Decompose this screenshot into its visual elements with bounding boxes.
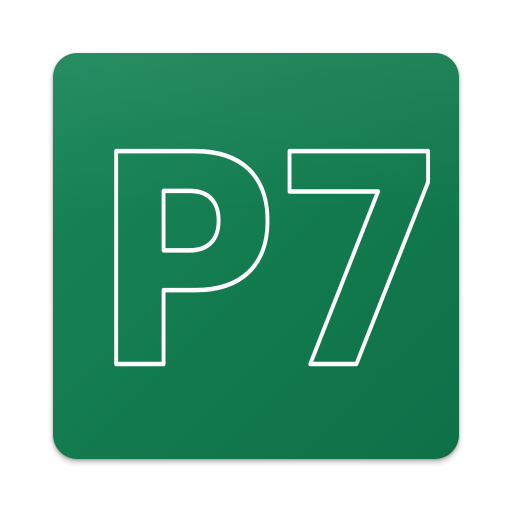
logo-text: P7 bbox=[93, 93, 443, 433]
p7-logo-icon: P7 bbox=[91, 91, 452, 436]
launcher-stage: P7 bbox=[0, 0, 512, 512]
